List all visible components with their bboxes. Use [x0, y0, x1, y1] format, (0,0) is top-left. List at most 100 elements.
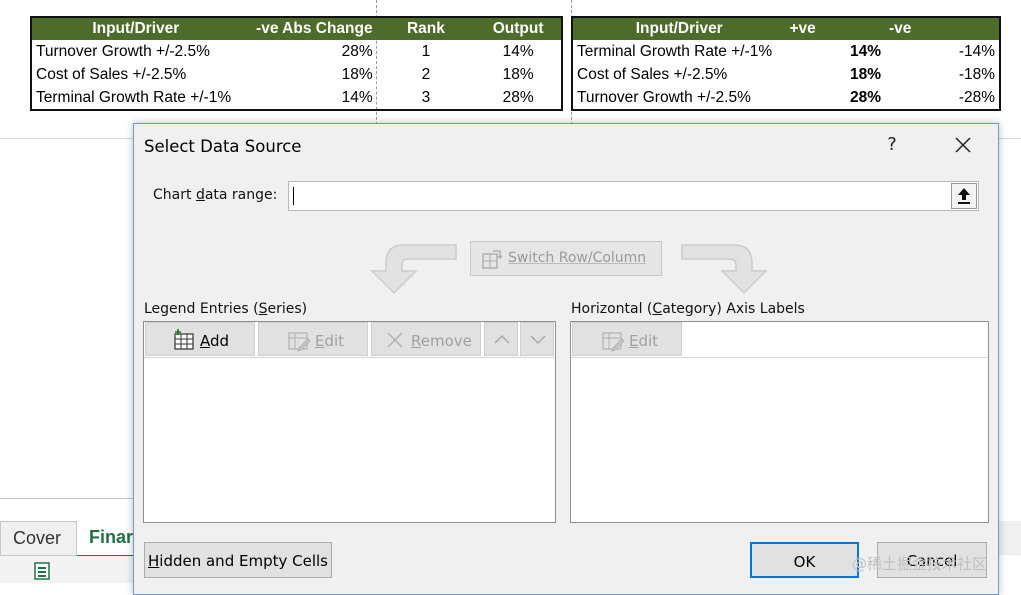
edit-table-icon	[602, 332, 625, 352]
table-row: Terminal Growth Rate +/-1% 14% -14%	[572, 40, 1000, 63]
close-icon[interactable]	[948, 130, 978, 160]
header-cell: Rank	[376, 17, 476, 40]
cell[interactable]: Cost of Sales +/-2.5%	[572, 63, 785, 86]
table-row: Turnover Growth +/-2.5% 28% 1 14%	[31, 40, 562, 63]
status-bar	[0, 556, 140, 583]
watermark: @稀土掘金技术社区	[852, 555, 988, 573]
edit-label: Edit	[315, 332, 344, 350]
sheet-tab-label: Cover	[13, 528, 62, 548]
table-row: Turnover Growth +/-2.5% 28% -28%	[572, 86, 1000, 110]
cell[interactable]: 18%	[785, 63, 885, 86]
label-text: dd	[210, 332, 230, 350]
cell[interactable]: 1	[377, 40, 476, 63]
sheet-tab-bar: Cover Finar	[0, 521, 140, 583]
select-data-source-dialog: Select Data Source ? Chart data range: S…	[133, 123, 999, 595]
text-cursor	[293, 187, 294, 205]
move-up-button[interactable]	[484, 322, 518, 356]
label-text: eries)	[267, 301, 308, 317]
label-text: dit	[324, 332, 345, 350]
add-table-icon	[174, 329, 194, 350]
label-text: ategory) Axis Labels	[662, 301, 805, 317]
label-text: Chart	[153, 187, 196, 203]
collapse-dialog-button[interactable]	[951, 183, 977, 209]
label-text: Horizontal (	[571, 301, 653, 317]
axis-labels-title: Horizontal (Category) Axis Labels	[571, 301, 805, 317]
label-accesskey: A	[200, 332, 210, 350]
cell[interactable]: 28%	[240, 40, 377, 63]
add-label: Add	[200, 332, 229, 350]
sheet-tab-bar-separator	[0, 498, 133, 499]
header-cell: Input/Driver	[31, 17, 240, 40]
hidden-empty-cells-button[interactable]: Hidden and Empty Cells	[144, 542, 332, 578]
sheet-tab-active[interactable]: Finar	[77, 521, 140, 558]
label-text: Legend Entries (	[144, 301, 259, 317]
sheet-tab-cover[interactable]: Cover	[0, 521, 77, 556]
left-table-header: Input/Driver -ve Abs Change Rank Output	[31, 17, 562, 40]
chart-range-input[interactable]	[288, 181, 979, 211]
cell[interactable]: Cost of Sales +/-2.5%	[31, 63, 240, 86]
cell[interactable]: 28%	[475, 86, 562, 110]
cell[interactable]: 14%	[785, 40, 885, 63]
label-accesskey: R	[411, 332, 421, 350]
sheet-view-icon[interactable]	[33, 561, 53, 581]
cell[interactable]: 28%	[785, 86, 885, 110]
right-table-header: Input/Driver +ve -ve	[572, 17, 1000, 40]
table-row: Cost of Sales +/-2.5% 18% -18%	[572, 63, 1000, 86]
cell[interactable]: Turnover Growth +/-2.5%	[31, 40, 240, 63]
cell[interactable]: 14%	[240, 86, 377, 110]
help-button[interactable]: ?	[880, 134, 904, 155]
label-text: ata range:	[204, 187, 278, 203]
cell[interactable]: 14%	[475, 40, 562, 63]
legend-entries-title: Legend Entries (Series)	[144, 301, 307, 317]
label-text: dit	[638, 332, 659, 350]
header-cell: +ve	[785, 17, 885, 40]
label-accesskey: C	[652, 301, 663, 317]
ok-button[interactable]: OK	[750, 542, 859, 578]
legend-entries-panel: Add Edit Remove	[143, 321, 556, 523]
axis-labels-list[interactable]	[571, 357, 988, 522]
sheet-tab-scroll-area	[997, 521, 1021, 555]
upload-arrow-icon	[958, 188, 970, 204]
cell[interactable]: Terminal Growth Rate +/-1%	[31, 86, 240, 110]
cell[interactable]: -14%	[885, 40, 1000, 63]
label-accesskey: d	[195, 187, 205, 203]
cell[interactable]: Terminal Growth Rate +/-1%	[572, 40, 785, 63]
cell[interactable]: Turnover Growth +/-2.5%	[572, 86, 785, 110]
edit-table-icon	[288, 332, 311, 352]
cell[interactable]: -18%	[885, 63, 1000, 86]
legend-entries-list[interactable]	[144, 357, 555, 522]
left-table: Input/Driver -ve Abs Change Rank Output …	[30, 16, 563, 111]
curved-arrow-left-icon	[370, 244, 457, 295]
cell[interactable]: 18%	[240, 63, 377, 86]
cell[interactable]: 2	[377, 63, 476, 86]
edit-axis-labels-button[interactable]: Edit	[572, 322, 682, 356]
chevron-down-icon	[530, 335, 546, 345]
table-row: Cost of Sales +/-2.5% 18% 2 18%	[31, 63, 562, 86]
axis-labels-panel: Edit	[570, 321, 989, 523]
label-text: idden and Empty Cells	[159, 552, 328, 570]
label-accesskey: H	[148, 552, 160, 570]
header-cell: -ve	[884, 17, 1000, 40]
add-series-button[interactable]: Add	[145, 322, 255, 356]
move-down-button[interactable]	[520, 322, 554, 356]
remove-x-icon	[387, 332, 403, 348]
sheet-tab-label: Finar	[89, 527, 134, 547]
cell[interactable]: -28%	[885, 86, 1000, 110]
cell[interactable]: 3	[377, 86, 476, 110]
remove-label: Remove	[411, 332, 472, 350]
edit-label: Edit	[629, 332, 658, 350]
switch-row-column-button[interactable]: Switch Row/Column	[470, 241, 662, 276]
cell[interactable]: 18%	[475, 63, 562, 86]
switch-label: Switch Row/Column	[508, 250, 647, 266]
dialog-title: Select Data Source	[144, 137, 302, 156]
label-text: emove	[420, 332, 472, 350]
header-cell: Output	[475, 17, 562, 40]
remove-series-button[interactable]: Remove	[371, 322, 481, 356]
edit-series-button[interactable]: Edit	[258, 322, 368, 356]
switch-icon	[482, 250, 503, 269]
header-cell: Input/Driver	[572, 17, 786, 40]
chart-range-label: Chart data range:	[153, 187, 277, 203]
table-row: Terminal Growth Rate +/-1% 14% 3 28%	[31, 86, 562, 110]
right-table: Input/Driver +ve -ve Terminal Growth Rat…	[571, 16, 1001, 111]
chevron-up-icon	[494, 334, 510, 344]
